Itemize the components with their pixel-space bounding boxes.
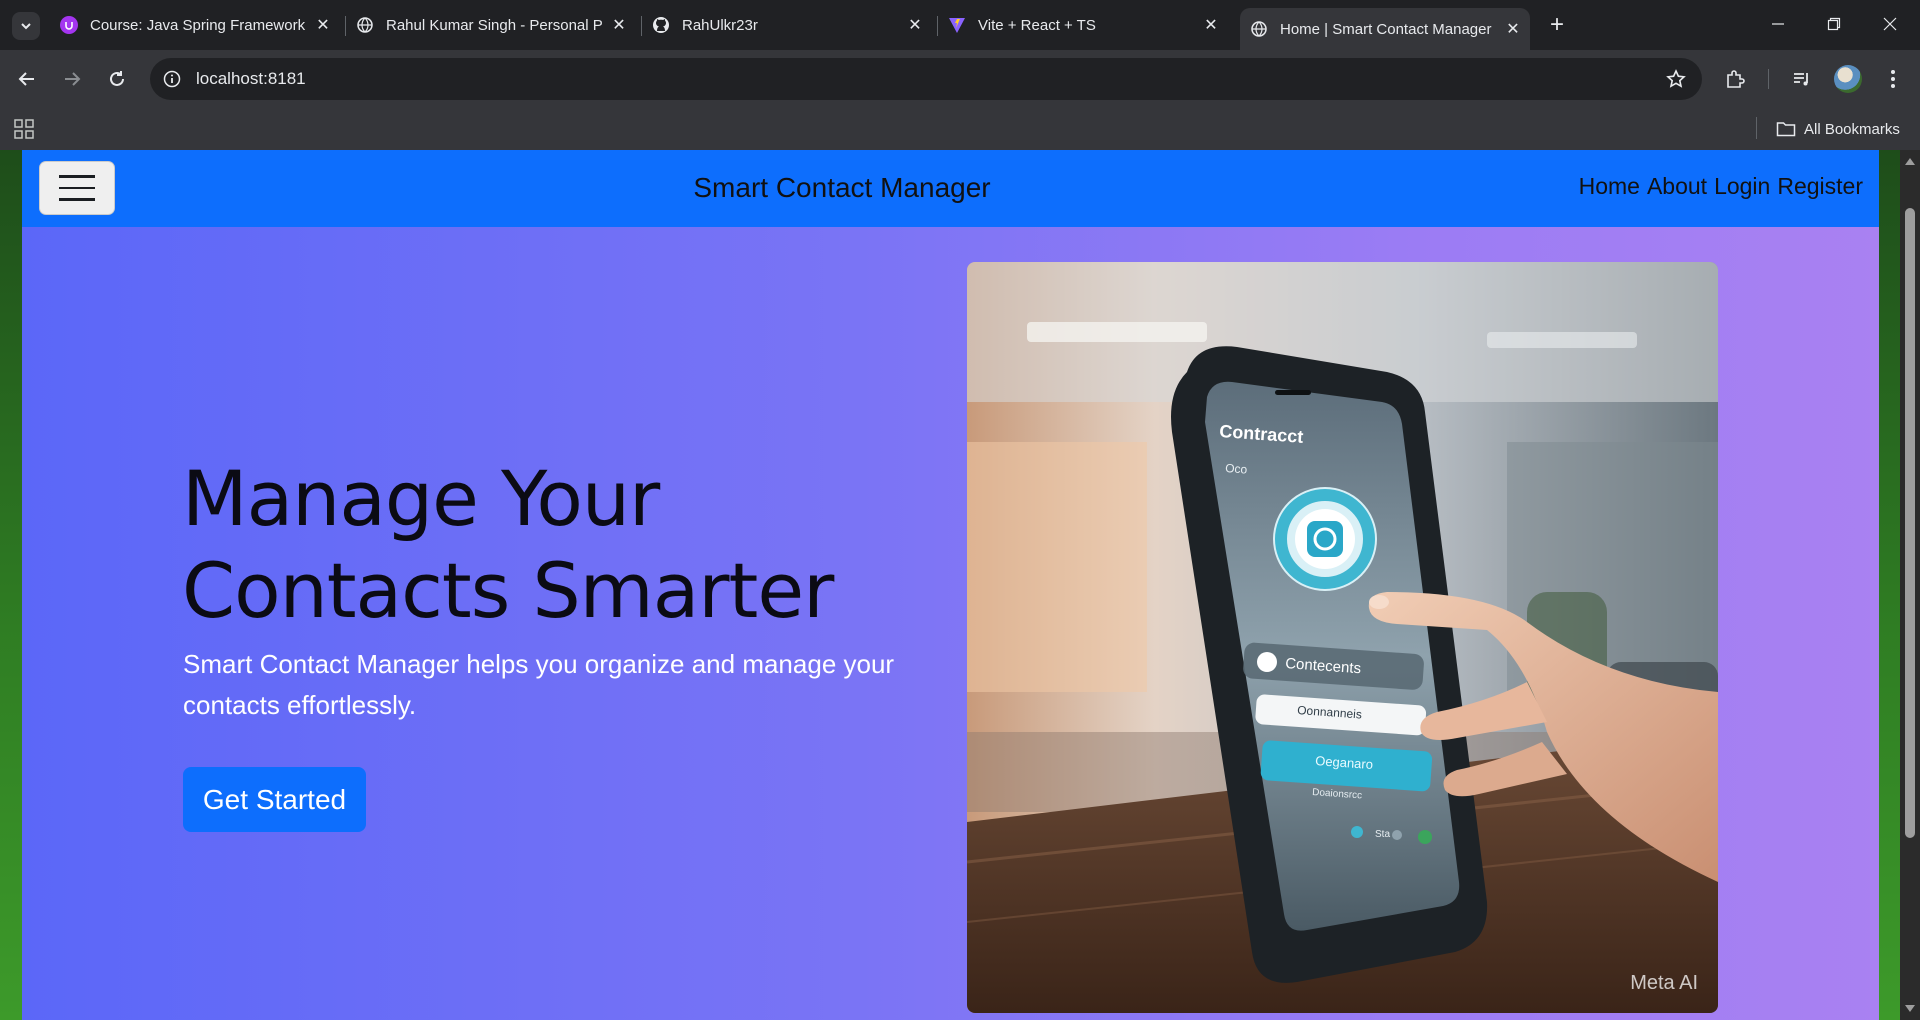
browser-toolbar: localhost:8181 — [0, 50, 1920, 108]
playlist-icon — [1794, 73, 1808, 86]
window-close-button[interactable] — [1862, 0, 1918, 48]
tab-title: RahUlkr23r — [682, 16, 758, 34]
close-icon[interactable]: ✕ — [1200, 14, 1222, 36]
bookmarks-bar: All Bookmarks — [0, 108, 1920, 150]
svg-text:Sta: Sta — [1375, 829, 1390, 840]
profile-avatar[interactable] — [1834, 65, 1862, 93]
reload-button[interactable] — [101, 63, 133, 95]
tab-title: Course: Java Spring Framework — [90, 16, 306, 34]
new-tab-button[interactable]: + — [1542, 10, 1572, 40]
tab-search-button[interactable] — [12, 12, 40, 40]
minimize-button[interactable] — [1750, 0, 1806, 48]
browser-menu-button[interactable] — [1877, 63, 1909, 95]
tab-course-java-spring[interactable]: Course: Java Spring Framework ✕ — [50, 8, 340, 42]
udemy-icon — [60, 16, 78, 34]
meta-ai-watermark: Meta AI — [1630, 972, 1698, 994]
scrollbar-thumb[interactable] — [1905, 208, 1915, 838]
minimize-icon — [1772, 23, 1784, 25]
site-navbar: Smart Contact Manager Home About Login R… — [22, 150, 1879, 227]
tab-title: Vite + React + TS — [978, 16, 1096, 34]
bookmark-star-icon[interactable] — [1660, 63, 1692, 95]
folder-icon — [1776, 122, 1796, 137]
scroll-down-arrow-icon[interactable] — [1904, 1004, 1916, 1014]
close-icon[interactable]: ✕ — [312, 14, 334, 36]
reload-icon — [110, 71, 124, 86]
vite-icon — [948, 16, 966, 34]
nav-link-home[interactable]: Home — [1579, 173, 1640, 200]
nav-link-register[interactable]: Register — [1777, 173, 1863, 200]
navbar-brand[interactable]: Smart Contact Manager — [22, 172, 1662, 204]
phone-contacts-illustration: Contracct Oco Contecents Oonnanneis Oega… — [967, 262, 1718, 1013]
scroll-up-arrow-icon[interactable] — [1904, 156, 1916, 166]
restore-button[interactable] — [1806, 0, 1862, 48]
url-text: localhost:8181 — [196, 69, 306, 88]
hero-subtext: Smart Contact Manager helps you organize… — [183, 649, 895, 720]
more-vertical-icon — [1891, 70, 1895, 88]
all-bookmarks-label: All Bookmarks — [1804, 120, 1900, 138]
page-viewport: Smart Contact Manager Home About Login R… — [0, 150, 1920, 1020]
back-button[interactable] — [11, 63, 43, 95]
tab-title: Rahul Kumar Singh - Personal P — [386, 16, 603, 34]
bookmarks-separator — [1756, 117, 1757, 139]
github-icon — [652, 16, 670, 34]
get-started-button[interactable]: Get Started — [183, 767, 366, 832]
apps-grid-icon[interactable] — [13, 118, 35, 140]
restore-icon — [1827, 17, 1841, 31]
arrow-right-icon — [65, 72, 81, 86]
address-bar[interactable]: localhost:8181 — [150, 58, 1702, 100]
all-bookmarks-button[interactable]: All Bookmarks — [1776, 116, 1900, 142]
tab-smart-contact-manager[interactable]: Home | Smart Contact Manager ✕ — [1240, 8, 1530, 50]
svg-text:Oco: Oco — [1225, 461, 1248, 477]
nav-link-about[interactable]: About — [1647, 173, 1707, 200]
close-icon[interactable]: ✕ — [904, 14, 926, 36]
globe-icon — [1250, 20, 1268, 38]
toolbar-separator — [1768, 69, 1769, 89]
arrow-left-icon — [18, 72, 34, 86]
tab-rahul-personal[interactable]: Rahul Kumar Singh - Personal P ✕ — [346, 8, 636, 42]
vertical-scrollbar[interactable] — [1900, 150, 1920, 1020]
extensions-button[interactable] — [1719, 63, 1751, 95]
forward-button[interactable] — [56, 63, 88, 95]
puzzle-icon — [1727, 70, 1745, 88]
site-info-icon[interactable] — [154, 61, 190, 97]
nav-link-login[interactable]: Login — [1714, 173, 1770, 200]
tab-vite-react[interactable]: Vite + React + TS ✕ — [938, 8, 1228, 42]
hero-section: Manage Your Contacts Smarter Smart Conta… — [22, 227, 1879, 1020]
nav-links: Home About Login Register — [1579, 173, 1863, 200]
web-page: Smart Contact Manager Home About Login R… — [22, 150, 1879, 1020]
hero-headline: Manage Your Contacts Smarter — [182, 454, 834, 635]
tab-title: Home | Smart Contact Manager — [1280, 20, 1492, 38]
media-controls-button[interactable] — [1786, 63, 1818, 95]
globe-icon — [356, 16, 374, 34]
tab-strip: Course: Java Spring Framework ✕ Rahul Ku… — [0, 0, 1920, 50]
tab-github[interactable]: RahUlkr23r ✕ — [642, 8, 932, 42]
close-icon[interactable]: ✕ — [608, 14, 630, 36]
close-icon[interactable]: ✕ — [1502, 18, 1524, 40]
close-icon — [1883, 17, 1897, 31]
chevron-down-icon — [21, 23, 31, 30]
hero-image: Contracct Oco Contecents Oonnanneis Oega… — [967, 262, 1718, 1013]
